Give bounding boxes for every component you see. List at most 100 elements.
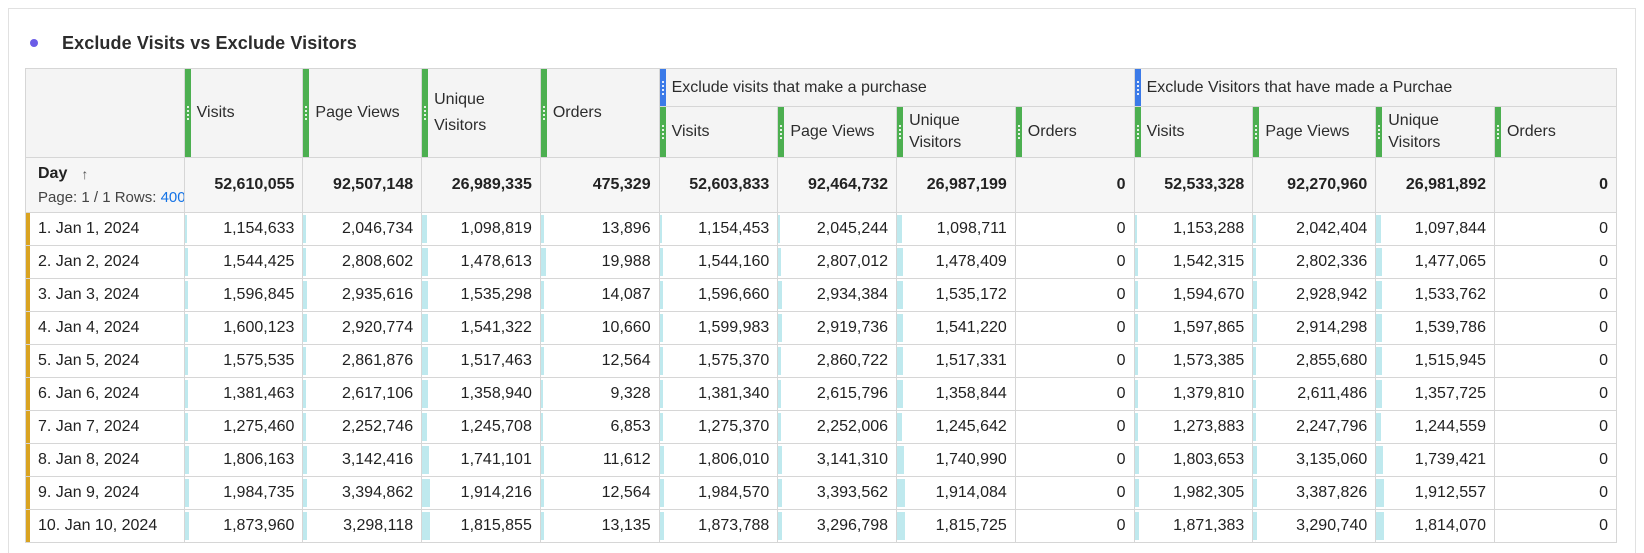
metric-cell[interactable]: 1,806,163 [183,443,304,477]
metric-cell[interactable]: 3,387,826 [1252,476,1377,510]
g1-header-page-views[interactable]: Page Views [777,106,898,158]
row-dimension-cell[interactable]: 3. Jan 3, 2024 [25,278,185,312]
row-dimension-cell[interactable]: 9. Jan 9, 2024 [25,476,185,510]
metric-cell[interactable]: 1,541,322 [421,311,541,345]
metric-cell[interactable]: 3,135,060 [1252,443,1377,477]
metric-cell[interactable]: 1,871,383 [1133,509,1254,543]
metric-cell[interactable]: 1,381,463 [183,377,304,411]
metric-cell[interactable]: 1,477,065 [1375,245,1495,279]
metric-cell[interactable]: 1,814,070 [1375,509,1495,543]
metric-cell[interactable]: 2,247,796 [1252,410,1377,444]
metric-cell[interactable]: 1,517,331 [896,344,1016,378]
metric-cell[interactable]: 1,245,642 [896,410,1016,444]
metric-cell[interactable]: 2,934,384 [777,278,898,312]
drag-handle-icon[interactable] [1376,107,1383,157]
metric-cell[interactable]: 2,615,796 [777,377,898,411]
drag-handle-icon[interactable] [303,69,310,157]
metric-cell[interactable]: 1,533,762 [1375,278,1495,312]
metric-cell[interactable]: 1,539,786 [1375,311,1495,345]
row-dimension-cell[interactable]: 6. Jan 6, 2024 [25,377,185,411]
g1-header-orders[interactable]: Orders [1014,106,1135,158]
metric-cell[interactable]: 2,914,298 [1252,311,1377,345]
metric-cell[interactable]: 2,045,244 [777,212,898,246]
metric-cell[interactable]: 1,573,385 [1133,344,1254,378]
g2-header-page-views[interactable]: Page Views [1252,106,1377,158]
row-dimension-cell[interactable]: 1. Jan 1, 2024 [25,212,185,246]
metric-cell[interactable]: 13,135 [539,509,660,543]
g1-header-visits[interactable]: Visits [658,106,779,158]
drag-handle-icon[interactable] [1016,107,1022,157]
metric-cell[interactable]: 2,046,734 [302,212,423,246]
metric-cell[interactable]: 2,919,736 [777,311,898,345]
drag-handle-icon[interactable] [541,69,547,157]
metric-cell[interactable]: 2,861,876 [302,344,423,378]
metric-cell[interactable]: 2,807,012 [777,245,898,279]
metric-cell[interactable]: 0 [1493,278,1618,312]
metric-cell[interactable]: 1,575,370 [658,344,779,378]
metric-cell[interactable]: 1,098,711 [896,212,1016,246]
metric-cell[interactable]: 1,596,660 [658,278,779,312]
metric-header-orders[interactable]: Orders [539,68,660,158]
metric-cell[interactable]: 1,358,940 [421,377,541,411]
g2-header-unique-visitors[interactable]: Unique Visitors [1375,106,1495,158]
metric-cell[interactable]: 2,808,602 [302,245,423,279]
metric-cell[interactable]: 1,381,340 [658,377,779,411]
metric-cell[interactable]: 3,393,562 [777,476,898,510]
metric-cell[interactable]: 1,379,810 [1133,377,1254,411]
table-row[interactable]: 10. Jan 10, 2024 1,873,960 3,298,118 1,815,… [25,509,1618,543]
drag-handle-icon[interactable] [660,69,666,106]
metric-cell[interactable]: 1,275,460 [183,410,304,444]
metric-cell[interactable]: 2,935,616 [302,278,423,312]
metric-cell[interactable]: 1,478,613 [421,245,541,279]
table-row[interactable]: 1. Jan 1, 2024 1,154,633 2,046,734 1,098,81… [25,212,1618,246]
metric-cell[interactable]: 0 [1014,509,1135,543]
table-row[interactable]: 6. Jan 6, 2024 1,381,463 2,617,106 1,358,94… [25,377,1618,411]
drag-handle-icon[interactable] [1253,107,1260,157]
metric-cell[interactable]: 1,098,819 [421,212,541,246]
metric-cell[interactable]: 1,544,425 [183,245,304,279]
panel-header[interactable]: Exclude Visits vs Exclude Visitors [30,27,357,59]
row-dimension-cell[interactable]: 8. Jan 8, 2024 [25,443,185,477]
metric-cell[interactable]: 2,042,404 [1252,212,1377,246]
drag-handle-icon[interactable] [660,107,666,157]
g2-header-visits[interactable]: Visits [1133,106,1254,158]
segment-header-exclude-visitors[interactable]: Exclude Visitors that have made a Purcha… [1133,68,1618,107]
metric-cell[interactable]: 1,596,845 [183,278,304,312]
metric-cell[interactable]: 0 [1014,476,1135,510]
metric-cell[interactable]: 6,853 [539,410,660,444]
drag-handle-icon[interactable] [185,69,191,157]
metric-cell[interactable]: 2,860,722 [777,344,898,378]
metric-cell[interactable]: 1,358,844 [896,377,1016,411]
drag-handle-icon[interactable] [1135,107,1141,157]
metric-cell[interactable]: 3,296,798 [777,509,898,543]
row-dimension-cell[interactable]: 2. Jan 2, 2024 [25,245,185,279]
g1-header-unique-visitors[interactable]: Unique Visitors [896,106,1016,158]
metric-cell[interactable]: 0 [1014,278,1135,312]
metric-cell[interactable]: 2,855,680 [1252,344,1377,378]
metric-cell[interactable]: 2,252,746 [302,410,423,444]
metric-cell[interactable]: 1,873,960 [183,509,304,543]
metric-cell[interactable]: 0 [1493,212,1618,246]
metric-cell[interactable]: 14,087 [539,278,660,312]
metric-cell[interactable]: 1,914,216 [421,476,541,510]
metric-cell[interactable]: 1,535,172 [896,278,1016,312]
metric-cell[interactable]: 2,611,486 [1252,377,1377,411]
row-dimension-cell[interactable]: 10. Jan 10, 2024 [25,509,185,543]
table-row[interactable]: 9. Jan 9, 2024 1,984,735 3,394,862 1,914,21… [25,476,1618,510]
metric-cell[interactable]: 0 [1014,311,1135,345]
metric-cell[interactable]: 3,141,310 [777,443,898,477]
metric-cell[interactable]: 0 [1014,245,1135,279]
metric-cell[interactable]: 2,617,106 [302,377,423,411]
metric-cell[interactable]: 1,535,298 [421,278,541,312]
metric-cell[interactable]: 2,802,336 [1252,245,1377,279]
row-dimension-cell[interactable]: 4. Jan 4, 2024 [25,311,185,345]
metric-cell[interactable]: 9,328 [539,377,660,411]
metric-cell[interactable]: 1,806,010 [658,443,779,477]
metric-cell[interactable]: 0 [1014,410,1135,444]
metric-cell[interactable]: 1,097,844 [1375,212,1495,246]
metric-cell[interactable]: 3,290,740 [1252,509,1377,543]
metric-cell[interactable]: 3,142,416 [302,443,423,477]
metric-cell[interactable]: 0 [1014,344,1135,378]
table-row[interactable]: 4. Jan 4, 2024 1,600,123 2,920,774 1,541,32… [25,311,1618,345]
drag-handle-icon[interactable] [778,107,785,157]
